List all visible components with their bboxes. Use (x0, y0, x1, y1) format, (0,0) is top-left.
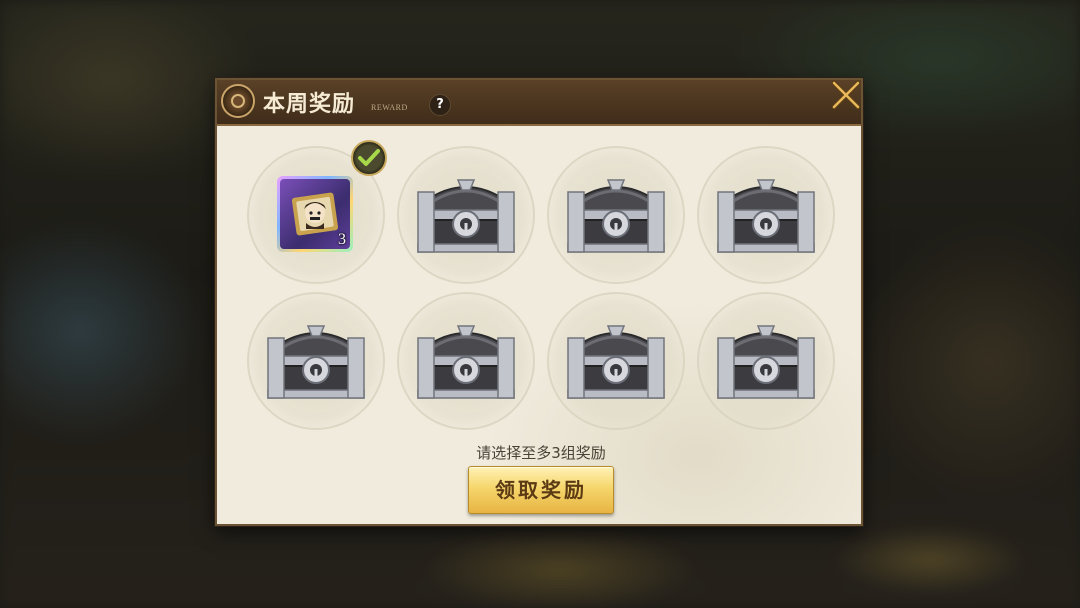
dialog-title: 本周奖励 (263, 91, 356, 117)
treasure-chest-icon (567, 179, 665, 253)
reward-slot-chest[interactable] (697, 292, 835, 430)
treasure-chest-icon (417, 179, 515, 253)
treasure-chest-icon (417, 325, 515, 399)
reward-item-image: 3 (280, 179, 350, 249)
reward-item-card[interactable]: 3 (277, 176, 353, 252)
dialog-subtitle: REWARD (371, 103, 408, 112)
selection-hint: 请选择至多3组奖励 (476, 444, 606, 462)
weekly-reward-dialog: 本周奖励 REWARD ? 3 请选择至多3组奖励 领取奖励 (215, 78, 863, 526)
help-button[interactable]: ? (429, 94, 451, 116)
treasure-chest-icon (717, 179, 815, 253)
treasure-chest-icon (267, 325, 365, 399)
treasure-chest-icon (717, 325, 815, 399)
reward-slot-chest[interactable] (547, 292, 685, 430)
close-icon (831, 80, 861, 110)
reward-slot-chest[interactable] (397, 146, 535, 284)
emblem-icon (221, 84, 255, 118)
selected-check-badge (351, 140, 387, 176)
dialog-titlebar: 本周奖励 REWARD ? (217, 80, 861, 126)
treasure-chest-icon (567, 325, 665, 399)
reward-slot-chest[interactable] (247, 292, 385, 430)
claim-reward-button[interactable]: 领取奖励 (468, 466, 614, 514)
item-count: 3 (338, 231, 346, 248)
reward-slot-chest[interactable] (397, 292, 535, 430)
reward-slot-chest[interactable] (547, 146, 685, 284)
reward-slot-selected[interactable]: 3 (247, 140, 387, 284)
checkmark-icon (358, 149, 380, 166)
reward-slot-chest[interactable] (697, 146, 835, 284)
close-button[interactable] (829, 78, 863, 112)
